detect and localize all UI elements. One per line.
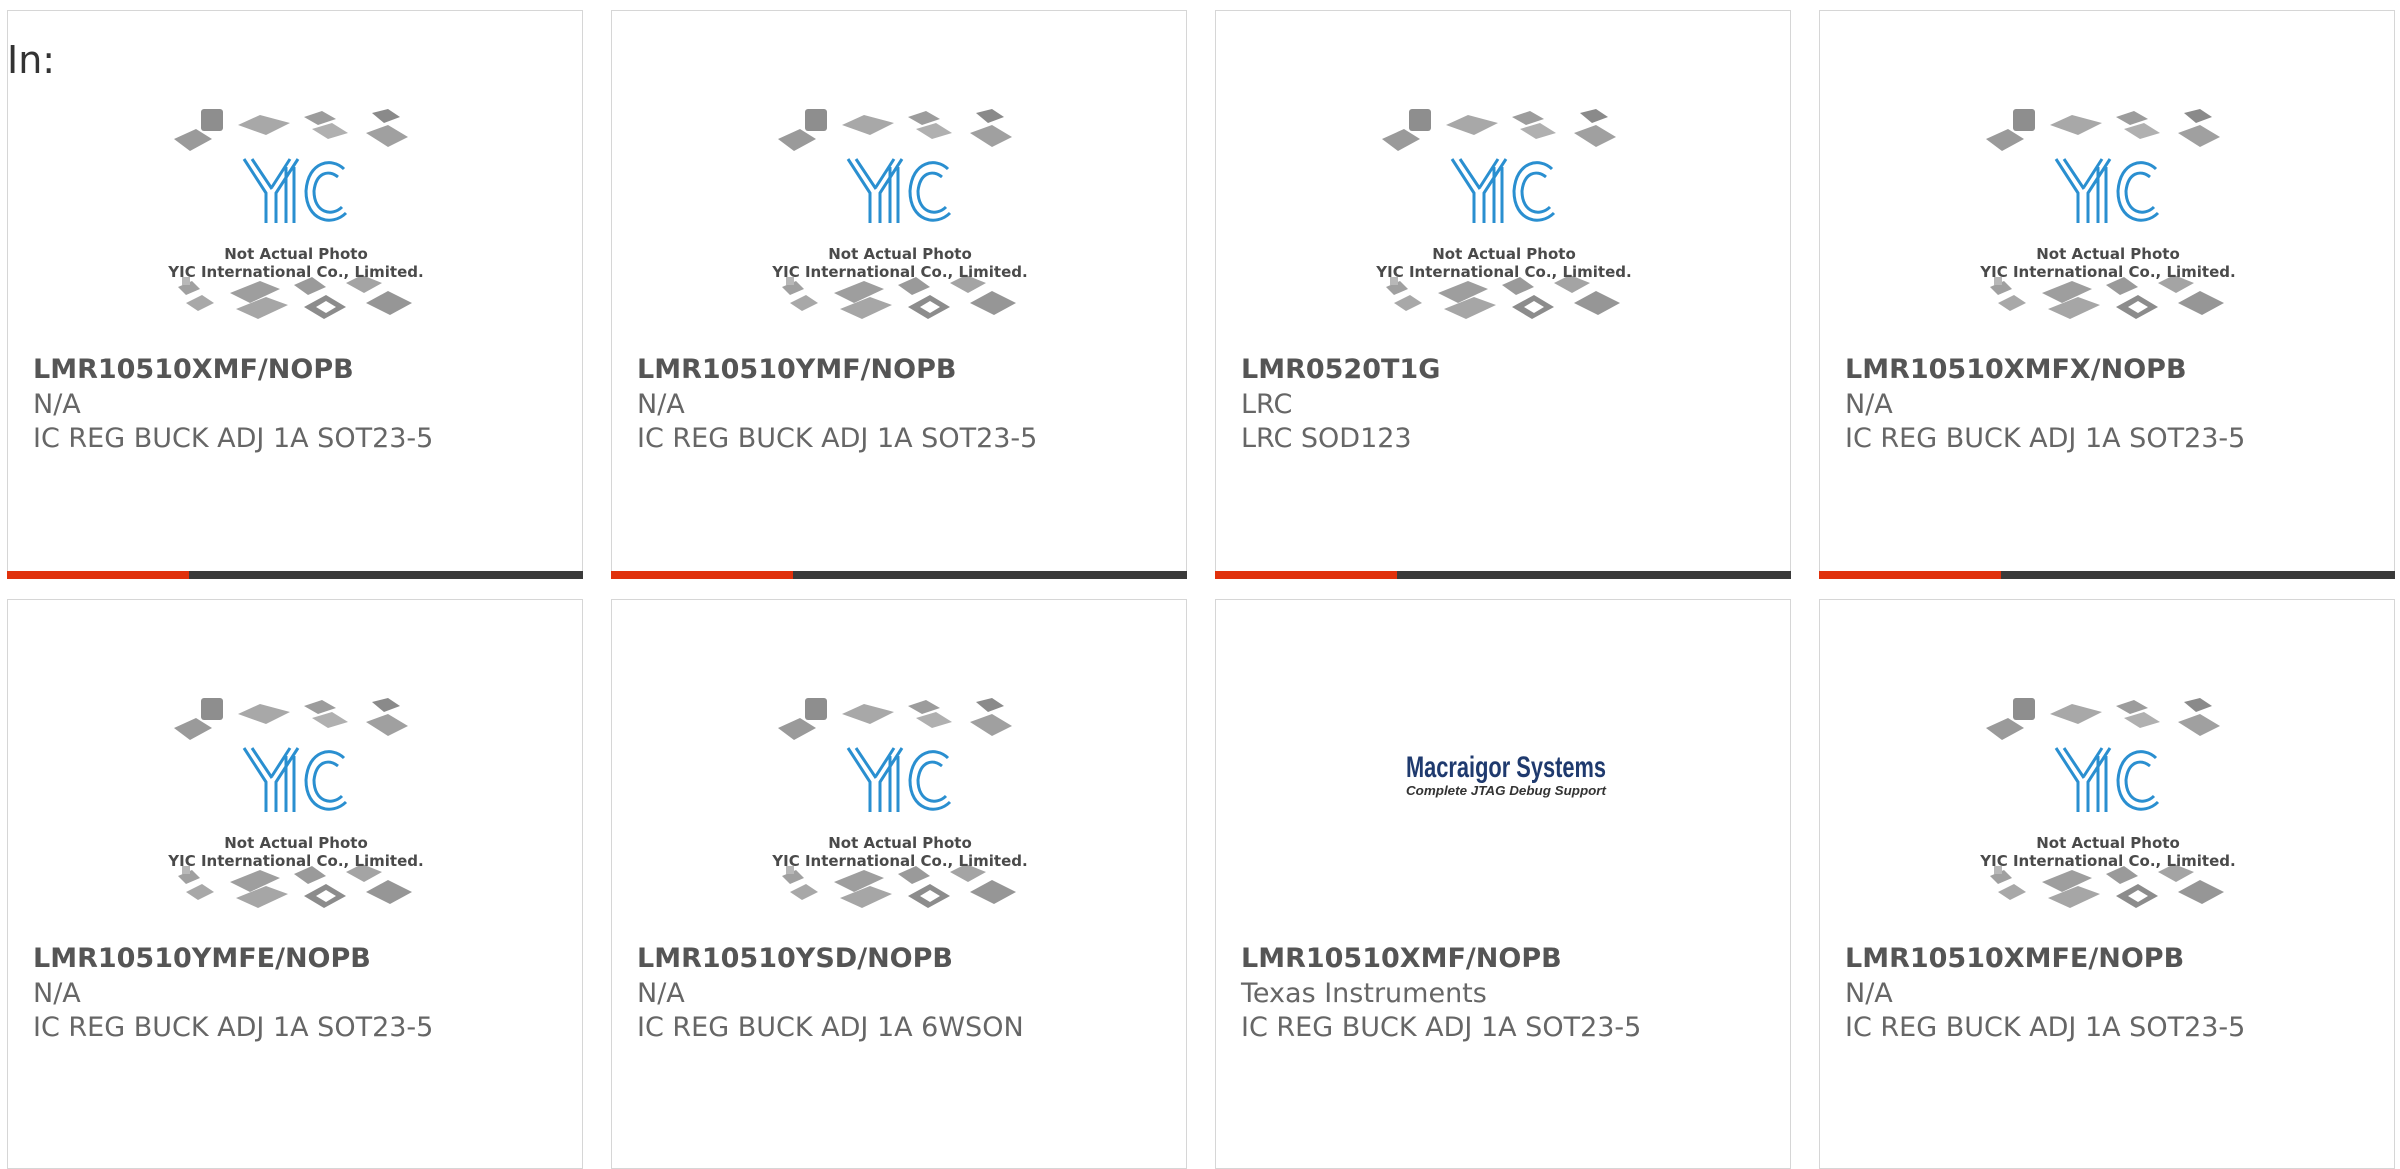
- product-image: Not Actual Photo YIC International Co., …: [1968, 97, 2248, 351]
- card-bottom-bar: [1215, 571, 1791, 579]
- manufacturer: LRC: [1241, 389, 1293, 420]
- image-caption: Not Actual Photo: [1432, 245, 1576, 263]
- manufacturer: N/A: [33, 978, 81, 1009]
- card-accent-bar: [1215, 571, 1397, 579]
- product-image: Not Actual Photo YIC International Co., …: [1968, 686, 2248, 940]
- product-image: Not Actual Photo YIC International Co., …: [760, 686, 1040, 940]
- description: IC REG BUCK ADJ 1A SOT23-5: [1845, 1012, 2246, 1043]
- card-bottom-bar: [611, 571, 1187, 579]
- product-image: Macraigor Systems Complete JTAG Debug Su…: [1396, 737, 1616, 817]
- product-card[interactable]: Not Actual Photo YIC International Co., …: [1819, 10, 2395, 579]
- product-image: Not Actual Photo YIC International Co., …: [1364, 97, 1644, 351]
- image-caption: Not Actual Photo: [2036, 834, 2180, 852]
- product-image: Not Actual Photo YIC International Co., …: [156, 686, 436, 940]
- image-caption: Not Actual Photo: [224, 834, 368, 852]
- card-accent-bar: [611, 571, 793, 579]
- description: IC REG BUCK ADJ 1A SOT23-5: [1845, 423, 2246, 454]
- manufacturer: N/A: [1845, 389, 1893, 420]
- image-caption: YIC International Co., Limited.: [772, 852, 1028, 870]
- image-caption: YIC International Co., Limited.: [772, 263, 1028, 281]
- part-number[interactable]: LMR10510XMF/NOPB: [1241, 943, 1562, 974]
- description: IC REG BUCK ADJ 1A SOT23-5: [1241, 1012, 1642, 1043]
- card-bottom-bar: [7, 571, 583, 579]
- image-caption: YIC International Co., Limited.: [1376, 263, 1632, 281]
- card-bottom-bar: [1819, 571, 2395, 579]
- part-number[interactable]: LMR10510XMFE/NOPB: [1845, 943, 2184, 974]
- description: IC REG BUCK ADJ 1A 6WSON: [637, 1012, 1024, 1043]
- manufacturer: N/A: [1845, 978, 1893, 1009]
- part-number[interactable]: LMR10510YSD/NOPB: [637, 943, 953, 974]
- image-caption: YIC International Co., Limited.: [1980, 852, 2236, 870]
- part-number[interactable]: LMR0520T1G: [1241, 354, 1440, 385]
- product-card[interactable]: Not Actual Photo YIC International Co., …: [611, 599, 1187, 1169]
- macraigor-logo-tagline: Complete JTAG Debug Support: [1406, 783, 1607, 798]
- image-caption: YIC International Co., Limited.: [1980, 263, 2236, 281]
- image-caption: YIC International Co., Limited.: [168, 852, 424, 870]
- image-caption: Not Actual Photo: [828, 245, 972, 263]
- card-accent-bar: [1819, 571, 2001, 579]
- product-card[interactable]: Not Actual Photo YIC International Co., …: [7, 10, 583, 579]
- in-label: In:: [7, 38, 56, 82]
- card-accent-bar: [7, 571, 189, 579]
- product-image: Not Actual Photo YIC International Co., …: [760, 97, 1040, 351]
- manufacturer: N/A: [33, 389, 81, 420]
- product-card[interactable]: Not Actual Photo YIC International Co., …: [7, 599, 583, 1169]
- description: IC REG BUCK ADJ 1A SOT23-5: [33, 423, 434, 454]
- description: LRC SOD123: [1241, 423, 1412, 454]
- part-number[interactable]: LMR10510XMFX/NOPB: [1845, 354, 2187, 385]
- image-caption: YIC International Co., Limited.: [168, 263, 424, 281]
- part-number[interactable]: LMR10510YMFE/NOPB: [33, 943, 371, 974]
- manufacturer: N/A: [637, 978, 685, 1009]
- image-caption: Not Actual Photo: [224, 245, 368, 263]
- image-caption: Not Actual Photo: [828, 834, 972, 852]
- manufacturer: N/A: [637, 389, 685, 420]
- image-caption: Not Actual Photo: [2036, 245, 2180, 263]
- part-number[interactable]: LMR10510XMF/NOPB: [33, 354, 354, 385]
- product-image: Not Actual Photo YIC International Co., …: [156, 97, 436, 351]
- product-card[interactable]: Not Actual Photo YIC International Co., …: [1215, 10, 1791, 579]
- macraigor-logo-text: Macraigor Systems: [1406, 751, 1606, 784]
- manufacturer: Texas Instruments: [1241, 978, 1487, 1009]
- description: IC REG BUCK ADJ 1A SOT23-5: [637, 423, 1038, 454]
- part-number[interactable]: LMR10510YMF/NOPB: [637, 354, 956, 385]
- product-card[interactable]: Not Actual Photo YIC International Co., …: [1819, 599, 2395, 1169]
- product-card[interactable]: Not Actual Photo YIC International Co., …: [611, 10, 1187, 579]
- product-card[interactable]: Macraigor Systems Complete JTAG Debug Su…: [1215, 599, 1791, 1169]
- description: IC REG BUCK ADJ 1A SOT23-5: [33, 1012, 434, 1043]
